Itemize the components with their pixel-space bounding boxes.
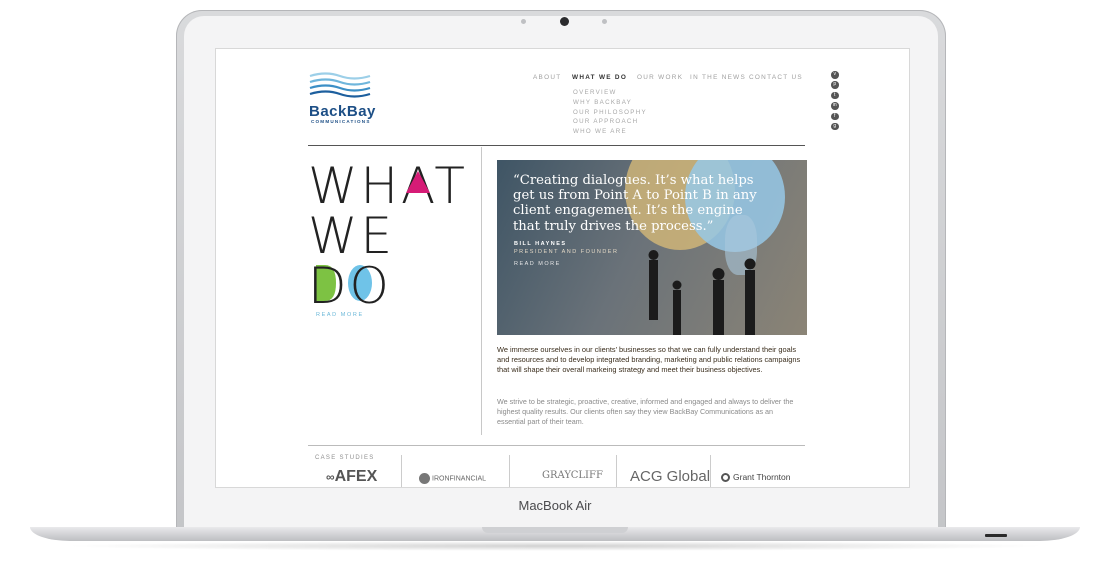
secondary-paragraph: We strive to be strategic, proactive, cr… <box>497 397 794 426</box>
grant-thornton-mark-icon <box>721 473 730 483</box>
quote-read-more[interactable]: READ MORE <box>514 261 561 267</box>
case-logo-acg[interactable]: ACG Global <box>630 468 710 485</box>
headline-what: WHAT <box>308 157 468 215</box>
afex-mark-icon: ∞ <box>326 470 335 484</box>
case-logo-afex-text: AFEX <box>334 468 378 485</box>
subnav-overview[interactable]: OVERVIEW <box>573 88 647 98</box>
case-divider <box>401 455 402 487</box>
quote-author-title: PRESIDENT AND FOUNDER <box>514 249 619 255</box>
nav-in-the-news[interactable]: IN THE NEWS <box>690 74 746 81</box>
headline-triangle-accent <box>406 171 430 193</box>
case-divider <box>616 455 617 487</box>
screen: BackBay COMMUNICATIONS ABOUT WHAT WE DO … <box>215 48 910 488</box>
silhouettes-illustration <box>648 250 756 335</box>
subnav-our-approach[interactable]: OUR APPROACH <box>573 117 647 127</box>
logo-waves-icon[interactable] <box>308 71 372 99</box>
case-studies-label: CASE STUDIES <box>315 455 375 461</box>
case-divider <box>509 455 510 487</box>
subnav-why-backbay[interactable]: WHY BACKBAY <box>573 98 647 108</box>
ambient-sensor <box>521 19 526 24</box>
laptop-port <box>985 534 1007 537</box>
nav-our-work[interactable]: OUR WORK <box>637 74 683 81</box>
case-studies-divider <box>308 445 805 446</box>
case-logo-ironfinancial[interactable]: IRONFINANCIAL <box>419 473 486 484</box>
case-divider <box>710 455 711 487</box>
pinterest-icon[interactable]: p <box>831 81 839 89</box>
column-divider <box>481 147 482 435</box>
vimeo-icon[interactable]: v <box>831 71 839 79</box>
case-logo-grant-thornton-text: Grant Thornton <box>733 472 791 482</box>
intro-paragraph: We immerse ourselves in our clients’ bus… <box>497 345 801 375</box>
read-more-link[interactable]: READ MORE <box>316 312 364 318</box>
case-logo-grant-thornton[interactable]: Grant Thornton <box>721 472 791 483</box>
mic-sensor <box>602 19 607 24</box>
header-divider <box>308 145 805 146</box>
logo-subtitle: COMMUNICATIONS <box>311 119 371 124</box>
subnav-our-philosophy[interactable]: OUR PHILOSOPHY <box>573 108 647 118</box>
case-logo-acg-text: ACG Global <box>630 468 711 485</box>
twitter-icon[interactable]: t <box>831 91 839 100</box>
social-links: v p t in f g <box>831 71 840 133</box>
case-logo-afex[interactable]: ∞AFEX <box>326 468 377 486</box>
subnav: OVERVIEW WHY BACKBAY OUR PHILOSOPHY OUR … <box>573 88 647 137</box>
case-logo-graycliff-text: GRAYCLIFF <box>542 470 603 481</box>
laptop-brand-label: MacBook Air <box>518 498 592 513</box>
subnav-who-we-are[interactable]: WHO WE ARE <box>573 127 647 137</box>
camera <box>560 17 569 26</box>
logo-name[interactable]: BackBay <box>309 103 376 120</box>
nav-contact-us[interactable]: CONTACT US <box>749 74 803 81</box>
headline-do: DO <box>308 257 392 315</box>
nav-what-we-do[interactable]: WHAT WE DO <box>572 74 627 81</box>
quote-text: “Creating dialogues. It’s what helps get… <box>513 173 757 234</box>
hero-image: “Creating dialogues. It’s what helps get… <box>497 160 807 335</box>
linkedin-icon[interactable]: in <box>831 102 839 110</box>
headline-we: WE <box>308 207 396 265</box>
facebook-icon[interactable]: f <box>831 112 839 121</box>
case-logo-graycliff[interactable]: GRAYCLIFF <box>542 470 603 481</box>
laptop-shadow <box>60 541 1050 551</box>
case-logo-ironfinancial-text: IRONFINANCIAL <box>432 475 487 483</box>
laptop-opening-notch <box>482 527 628 533</box>
nav-about[interactable]: ABOUT <box>533 74 562 81</box>
ironfinancial-mark-icon <box>419 473 430 484</box>
quote-author: BILL HAYNES <box>514 241 567 247</box>
google-plus-icon[interactable]: g <box>831 122 839 131</box>
